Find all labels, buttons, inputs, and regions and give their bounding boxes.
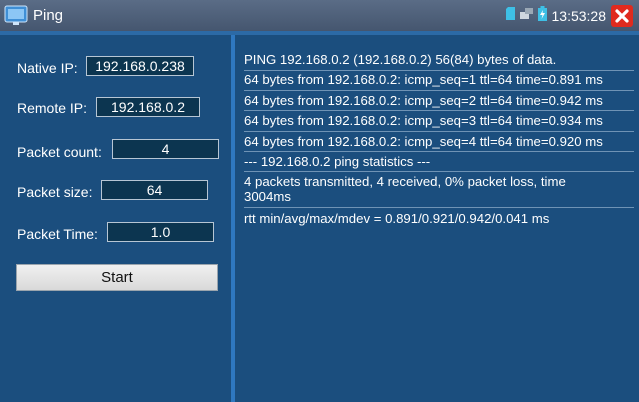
packet-size-label: Packet size: (17, 184, 93, 200)
output-divider (244, 70, 634, 71)
title-bar: Ping 13:53:28 (0, 0, 639, 31)
ping-app-icon (4, 5, 28, 25)
packet-count-field[interactable]: 4 (112, 139, 219, 159)
network-icon (519, 7, 533, 25)
output-divider (244, 90, 634, 91)
output-line: 64 bytes from 192.168.0.2: icmp_seq=2 tt… (244, 93, 603, 108)
clock: 13:53:28 (551, 7, 607, 24)
ping-output-panel[interactable]: PING 192.168.0.2 (192.168.0.2) 56(84) by… (235, 35, 639, 402)
start-button[interactable]: Start (16, 264, 218, 291)
close-icon (615, 8, 629, 23)
battery-icon (537, 5, 547, 26)
app-title: Ping (33, 7, 64, 24)
output-line: rtt min/avg/max/mdev = 0.891/0.921/0.942… (244, 211, 550, 226)
packet-time-field[interactable]: 1.0 (107, 222, 214, 242)
output-line: 64 bytes from 192.168.0.2: icmp_seq=1 tt… (244, 72, 603, 87)
remote-ip-field[interactable]: 192.168.0.2 (96, 97, 200, 117)
output-line: --- 192.168.0.2 ping statistics --- (244, 154, 431, 169)
native-ip-field[interactable]: 192.168.0.238 (86, 56, 194, 76)
output-divider (244, 131, 634, 132)
output-divider (244, 171, 634, 172)
output-line: PING 192.168.0.2 (192.168.0.2) 56(84) by… (244, 52, 557, 67)
output-line: 4 packets transmitted, 4 received, 0% pa… (244, 174, 566, 204)
sd-card-icon (505, 6, 515, 25)
packet-count-label: Packet count: (17, 144, 102, 160)
close-button[interactable] (611, 4, 633, 27)
settings-panel: Native IP: 192.168.0.238 Remote IP: 192.… (0, 35, 231, 402)
remote-ip-label: Remote IP: (17, 100, 88, 116)
output-line: 64 bytes from 192.168.0.2: icmp_seq=3 tt… (244, 113, 603, 128)
packet-size-field[interactable]: 64 (101, 180, 208, 200)
output-divider (244, 207, 634, 208)
packet-time-label: Packet Time: (17, 226, 98, 242)
native-ip-label: Native IP: (17, 60, 78, 76)
output-divider (244, 151, 634, 152)
status-bar: 13:53:28 (505, 4, 633, 27)
output-divider (244, 110, 634, 111)
output-line: 64 bytes from 192.168.0.2: icmp_seq=4 tt… (244, 134, 603, 149)
